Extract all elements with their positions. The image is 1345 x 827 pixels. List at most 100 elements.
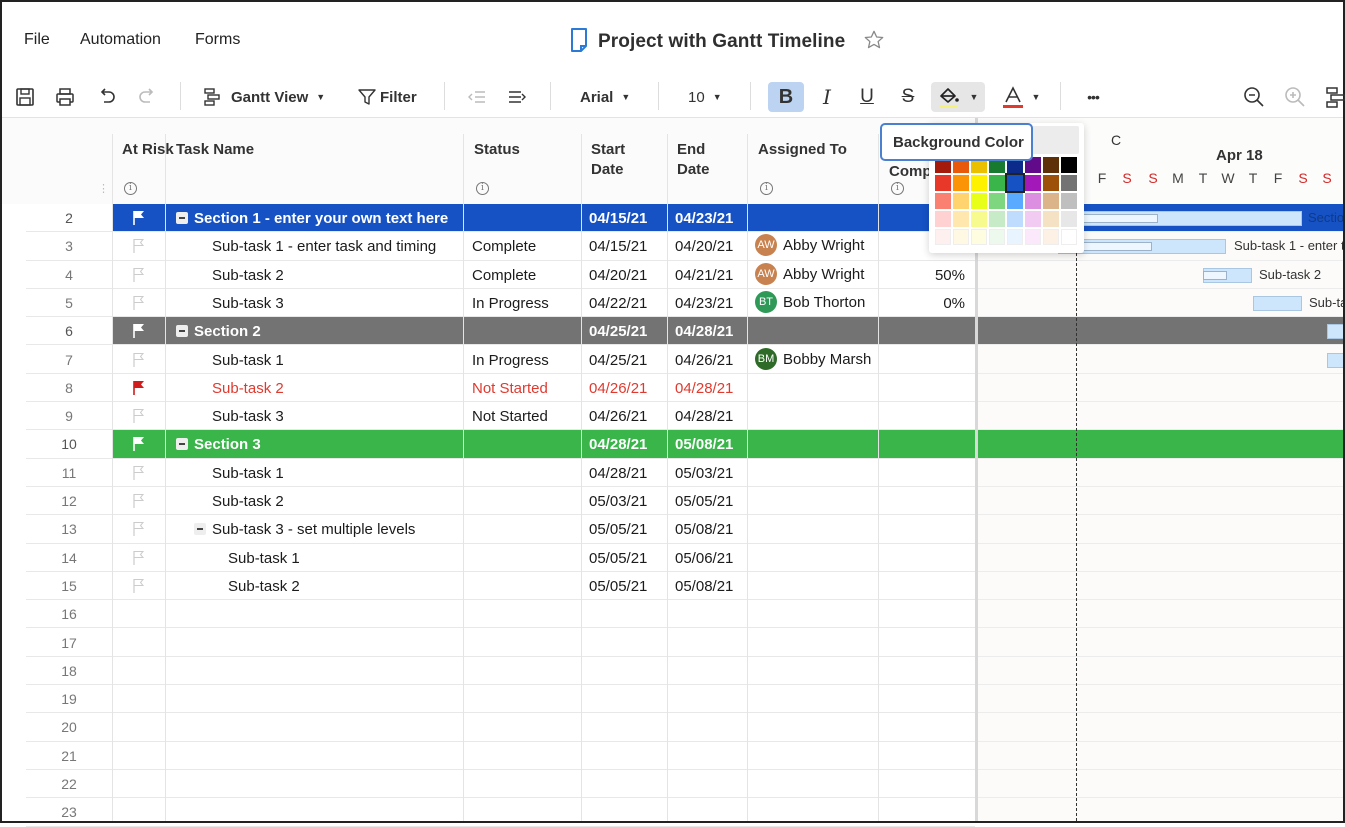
background-color-button[interactable]: ▼ bbox=[931, 82, 985, 112]
end-date-cell[interactable]: 04/28/21 bbox=[675, 323, 733, 340]
end-date-cell[interactable]: 04/23/21 bbox=[675, 295, 733, 312]
color-swatch[interactable] bbox=[1061, 229, 1077, 245]
empty-row[interactable]: 18 bbox=[26, 657, 975, 686]
start-date-cell[interactable]: 04/26/21 bbox=[589, 408, 647, 425]
end-date-cell[interactable]: 04/21/21 bbox=[675, 267, 733, 284]
menu-automation[interactable]: Automation bbox=[80, 31, 161, 49]
strikethrough-button[interactable]: S bbox=[895, 82, 921, 112]
flag-icon[interactable] bbox=[132, 238, 146, 257]
task-name-cell[interactable]: Section 2 bbox=[176, 323, 261, 340]
color-swatch[interactable] bbox=[953, 229, 969, 245]
row-number[interactable]: 4 bbox=[26, 267, 112, 283]
end-date-cell[interactable]: 05/05/21 bbox=[675, 493, 733, 510]
undo-button[interactable] bbox=[94, 82, 120, 112]
end-date-cell[interactable]: 04/20/21 bbox=[675, 238, 733, 255]
color-swatch[interactable] bbox=[1025, 193, 1041, 209]
color-swatch[interactable] bbox=[1025, 211, 1041, 227]
row-number[interactable]: 21 bbox=[26, 748, 112, 764]
flag-icon[interactable] bbox=[132, 436, 146, 455]
status-cell[interactable]: Complete bbox=[472, 267, 536, 284]
status-cell[interactable]: Not Started bbox=[472, 408, 548, 425]
row-number[interactable]: 2 bbox=[26, 210, 112, 226]
collapse-icon[interactable] bbox=[176, 325, 188, 338]
empty-row[interactable]: 21 bbox=[26, 742, 975, 770]
end-date-cell[interactable]: 05/06/21 bbox=[675, 550, 733, 567]
color-swatch[interactable] bbox=[989, 193, 1005, 209]
flag-icon[interactable] bbox=[132, 323, 146, 342]
row-number[interactable]: 14 bbox=[26, 550, 112, 566]
gantt-settings-button[interactable] bbox=[1322, 82, 1345, 112]
row-number[interactable]: 22 bbox=[26, 776, 112, 792]
task-name-cell[interactable]: Sub-task 3 bbox=[212, 408, 284, 425]
flag-icon[interactable] bbox=[132, 210, 146, 229]
flag-icon[interactable] bbox=[132, 352, 146, 371]
status-cell[interactable]: In Progress bbox=[472, 295, 549, 312]
menu-forms[interactable]: Forms bbox=[195, 31, 240, 49]
task-name-cell[interactable]: Sub-task 1 bbox=[212, 352, 284, 369]
redo-button[interactable] bbox=[134, 82, 160, 112]
end-date-cell[interactable]: 04/23/21 bbox=[675, 210, 733, 227]
start-date-cell[interactable]: 04/28/21 bbox=[589, 436, 647, 453]
row-number[interactable]: 10 bbox=[26, 436, 112, 452]
start-date-cell[interactable]: 04/20/21 bbox=[589, 267, 647, 284]
text-color-button[interactable]: ▼ bbox=[996, 82, 1046, 112]
zoom-out-button[interactable] bbox=[1241, 82, 1267, 112]
color-swatch[interactable] bbox=[1005, 173, 1025, 193]
color-swatch[interactable] bbox=[953, 175, 969, 191]
info-icon[interactable]: i bbox=[891, 182, 904, 195]
info-icon[interactable]: i bbox=[124, 182, 137, 195]
status-cell[interactable]: In Progress bbox=[472, 352, 549, 369]
task-name-cell[interactable]: Section 1 - enter your own text here bbox=[176, 210, 448, 227]
zoom-in-button[interactable] bbox=[1282, 82, 1308, 112]
row-number[interactable]: 5 bbox=[26, 295, 112, 311]
row-number[interactable]: 18 bbox=[26, 663, 112, 679]
flag-icon[interactable] bbox=[132, 465, 146, 484]
print-button[interactable] bbox=[52, 82, 78, 112]
color-swatch[interactable] bbox=[953, 211, 969, 227]
row-number[interactable]: 12 bbox=[26, 493, 112, 509]
indent-button[interactable] bbox=[504, 82, 530, 112]
col-header-complete[interactable]: Comp bbox=[889, 162, 932, 182]
color-swatch[interactable] bbox=[1043, 229, 1059, 245]
assigned-to-cell[interactable]: AW Abby Wright bbox=[755, 262, 864, 286]
font-size-select[interactable]: 10 ▼ bbox=[688, 82, 722, 112]
end-date-cell[interactable]: 04/26/21 bbox=[675, 352, 733, 369]
start-date-cell[interactable]: 04/28/21 bbox=[589, 465, 647, 482]
color-swatch[interactable] bbox=[935, 175, 951, 191]
color-swatch[interactable] bbox=[971, 175, 987, 191]
end-date-cell[interactable]: 05/08/21 bbox=[675, 578, 733, 595]
flag-icon[interactable] bbox=[132, 493, 146, 512]
color-swatch[interactable] bbox=[1025, 229, 1041, 245]
row-number[interactable]: 13 bbox=[26, 521, 112, 537]
start-date-cell[interactable]: 05/03/21 bbox=[589, 493, 647, 510]
status-cell[interactable]: Complete bbox=[472, 238, 536, 255]
flag-icon[interactable] bbox=[132, 521, 146, 540]
row-number[interactable]: 17 bbox=[26, 635, 112, 651]
row-number[interactable]: 7 bbox=[26, 352, 112, 368]
flag-red-icon[interactable] bbox=[132, 380, 146, 399]
row-number[interactable]: 16 bbox=[26, 606, 112, 622]
empty-row[interactable]: 23 bbox=[26, 798, 975, 827]
italic-button[interactable]: I bbox=[814, 82, 840, 112]
color-swatch[interactable] bbox=[971, 229, 987, 245]
gantt-bar[interactable] bbox=[1253, 295, 1302, 311]
underline-button[interactable]: U bbox=[854, 82, 880, 112]
row-number[interactable]: 15 bbox=[26, 578, 112, 594]
bold-button[interactable]: B bbox=[768, 82, 804, 112]
color-swatch[interactable] bbox=[1061, 175, 1077, 191]
start-date-cell[interactable]: 04/25/21 bbox=[589, 352, 647, 369]
info-icon[interactable]: i bbox=[476, 182, 489, 195]
color-swatch[interactable] bbox=[1061, 193, 1077, 209]
col-header-end-date[interactable]: End Date bbox=[677, 140, 727, 180]
menu-file[interactable]: File bbox=[24, 31, 50, 49]
color-swatch[interactable] bbox=[1007, 211, 1023, 227]
end-date-cell[interactable]: 05/08/21 bbox=[675, 521, 733, 538]
save-button[interactable] bbox=[12, 82, 38, 112]
task-name-cell[interactable]: Sub-task 2 bbox=[212, 267, 284, 284]
task-row[interactable]: 3 Sub-task 1 - enter task and timing Compl… bbox=[26, 232, 975, 261]
status-cell[interactable]: Not Started bbox=[472, 380, 548, 397]
start-date-cell[interactable]: 05/05/21 bbox=[589, 578, 647, 595]
gantt-bar[interactable] bbox=[1327, 352, 1343, 368]
task-name-cell[interactable]: Sub-task 1 - enter task and timing bbox=[212, 238, 436, 255]
start-date-cell[interactable]: 04/22/21 bbox=[589, 295, 647, 312]
